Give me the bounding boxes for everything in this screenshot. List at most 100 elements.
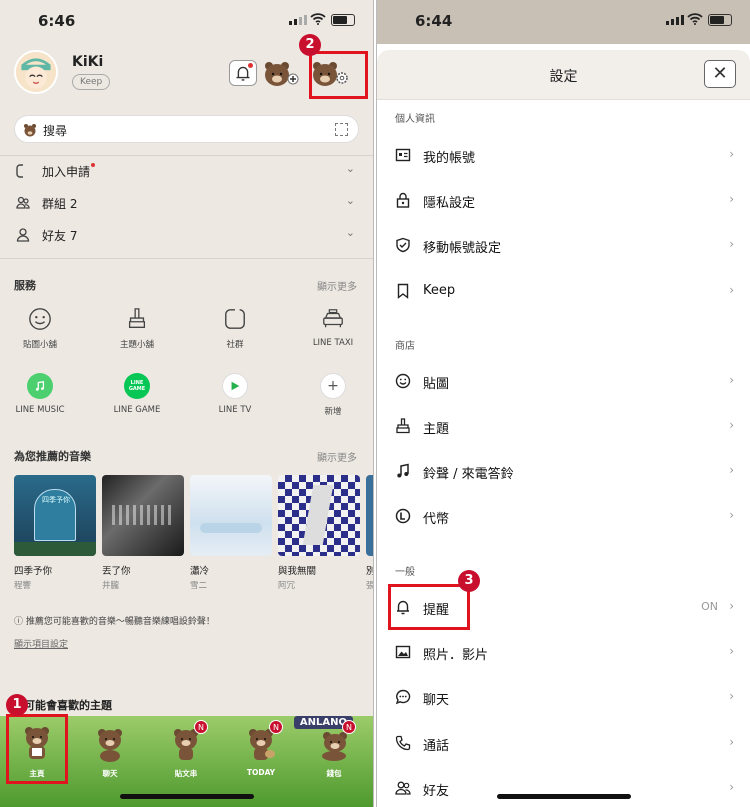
battery-icon: [331, 14, 355, 26]
notifications-button[interactable]: [229, 60, 257, 86]
settings-item-keep[interactable]: Keep ›: [377, 271, 750, 311]
settings-item-account-transfer[interactable]: 移動帳號設定 ›: [377, 225, 750, 265]
unread-dot: [91, 163, 96, 167]
coin-icon: [395, 508, 411, 524]
service-sticker-shop[interactable]: 貼圖小舖: [2, 306, 78, 350]
settings-item-ringtones[interactable]: 鈴聲 / 來電答鈴 ›: [377, 451, 750, 491]
settings-item-stickers[interactable]: 貼圖 ›: [377, 361, 750, 401]
album-cover: [102, 475, 184, 556]
song-title: 別: [366, 563, 373, 577]
row-groups[interactable]: 群組 2 ⌄: [16, 192, 355, 216]
settings-item-friends[interactable]: 好友 ›: [377, 768, 750, 807]
item-label: 好友: [423, 784, 450, 799]
song-artist: 張: [366, 581, 374, 591]
close-button[interactable]: ✕: [704, 60, 736, 88]
home-indicator: [120, 794, 254, 799]
service-label: 新增: [324, 407, 342, 417]
settings-item-coins[interactable]: 代幣 ›: [377, 496, 750, 536]
music-more-link[interactable]: 顯示更多: [317, 449, 357, 464]
music-card[interactable]: 與我無關 阿冗: [278, 475, 360, 591]
lock-icon: [396, 192, 410, 208]
chevron-right-icon: ›: [729, 418, 734, 432]
bear-search-icon: [24, 124, 36, 137]
service-line-tv[interactable]: LINE TV: [197, 373, 273, 415]
service-theme-shop[interactable]: 主題小舖: [99, 306, 175, 350]
settings-item-chats[interactable]: 聊天 ›: [377, 677, 750, 717]
friend-icon: [16, 228, 30, 242]
album-cover: [278, 475, 360, 556]
music-card[interactable]: 丟了你 井朧: [102, 475, 184, 591]
status-time: 6:46: [38, 12, 76, 30]
settings-item-account[interactable]: 我的帳號 ›: [377, 135, 750, 175]
service-community[interactable]: 社群: [197, 306, 273, 350]
service-add[interactable]: + 新增: [295, 373, 371, 417]
chevron-down-icon: ⌄: [345, 194, 355, 207]
service-label: LINE MUSIC: [15, 405, 65, 415]
game-icon: LINE GAME: [124, 373, 150, 399]
unread-dot: [248, 63, 253, 68]
settings-item-privacy[interactable]: 隱私設定 ›: [377, 180, 750, 220]
brush-icon: [128, 308, 146, 328]
profile-name[interactable]: KiKi: [72, 54, 103, 70]
item-label: 主題: [423, 422, 450, 437]
chevron-right-icon: ›: [729, 735, 734, 749]
themes-section-title: 可能會喜歡的主題: [24, 699, 112, 712]
tab-today[interactable]: TODAY N: [231, 720, 291, 777]
song-artist: 阿冗: [278, 581, 296, 591]
smiley-icon: [29, 308, 51, 330]
section-title: 一般: [395, 567, 415, 578]
tab-wallet[interactable]: 錢包 N: [304, 720, 364, 779]
chevron-down-icon: ⌄: [345, 226, 355, 239]
music-card[interactable]: 四季予你 四季予你 程響: [14, 475, 96, 591]
item-label: 我的帳號: [423, 151, 476, 166]
display-settings-link[interactable]: 顯示項目設定: [14, 637, 68, 650]
photo-icon: [395, 645, 411, 659]
row-join-requests[interactable]: 加入申請 ⌄: [16, 160, 355, 184]
brush-icon: [396, 418, 410, 434]
service-line-music[interactable]: LINE MUSIC: [2, 373, 78, 415]
settings-item-themes[interactable]: 主題 ›: [377, 406, 750, 446]
chevron-right-icon: ›: [729, 508, 734, 522]
item-label: 貼圖: [423, 377, 450, 392]
tab-chats[interactable]: 聊天: [80, 724, 140, 779]
notifications-status: ON: [701, 600, 718, 613]
music-card[interactable]: 瀟冷 雪二: [190, 475, 272, 591]
section-title: 個人資訊: [395, 114, 435, 125]
services-more-link[interactable]: 顯示更多: [317, 278, 357, 293]
tab-timeline[interactable]: 貼文串 N: [156, 720, 216, 779]
chevron-right-icon: ›: [729, 283, 734, 297]
avatar[interactable]: [14, 50, 58, 94]
add-friend-button[interactable]: [261, 58, 299, 88]
chevron-right-icon: ›: [729, 237, 734, 251]
keep-badge[interactable]: Keep: [72, 74, 111, 90]
qr-scan-icon[interactable]: [335, 123, 348, 136]
line-home-screen: 6:46 KiKi Keep 2 搜尋 加入申請 ⌄ 群組 2 ⌄ 好友 7 ⌄…: [0, 0, 374, 807]
row-label: 群組 2: [42, 197, 78, 211]
music-card[interactable]: 別 張: [366, 475, 374, 591]
signal-icon: [666, 15, 684, 25]
row-label: 加入申請: [42, 165, 91, 179]
taxi-icon: [323, 309, 343, 328]
chevron-right-icon: ›: [729, 147, 734, 161]
settings-item-photos-videos[interactable]: 照片．影片 ›: [377, 632, 750, 672]
id-card-icon: [395, 148, 411, 162]
settings-item-calls[interactable]: 通話 ›: [377, 723, 750, 763]
item-label: 代幣: [423, 512, 450, 527]
service-label: 貼圖小舖: [22, 340, 57, 350]
row-friends[interactable]: 好友 7 ⌄: [16, 224, 355, 248]
chevron-right-icon: ›: [729, 689, 734, 703]
chevron-right-icon: ›: [729, 192, 734, 206]
home-indicator: [497, 794, 631, 799]
group-icon: [16, 196, 30, 209]
play-icon: [222, 373, 248, 399]
music-icon: [27, 373, 53, 399]
music-info-note: ⓘ 推薦您可能喜歡的音樂～暢聽音樂練唱設鈴聲！: [14, 617, 215, 627]
search-bar[interactable]: 搜尋: [14, 115, 359, 143]
song-artist: 雪二: [190, 581, 208, 591]
service-label: LINE TV: [218, 405, 252, 415]
tab-label: TODAY: [246, 768, 276, 777]
highlight-home-tab-box: [6, 714, 68, 784]
service-line-game[interactable]: LINE GAME LINE GAME: [99, 373, 175, 415]
service-line-taxi[interactable]: LINE TAXI: [295, 306, 371, 348]
section-title: 商店: [395, 341, 415, 352]
